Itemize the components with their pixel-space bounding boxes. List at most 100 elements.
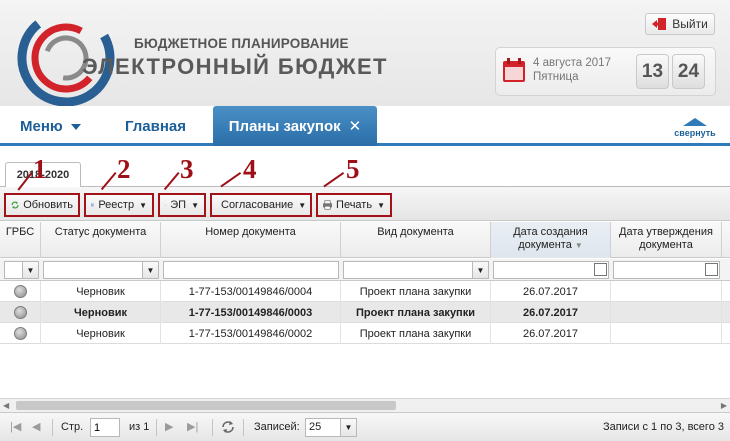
logout-icon bbox=[652, 18, 667, 30]
pagination-bar: |◀ ◀ Стр. из 1 ▶ ▶| Записей: 25 ▼ Записи… bbox=[0, 412, 730, 441]
first-page-icon[interactable]: |◀ bbox=[10, 420, 21, 433]
scrollbar-thumb[interactable] bbox=[16, 401, 396, 410]
cell-approved bbox=[611, 281, 722, 302]
sort-desc-icon: ▼ bbox=[574, 241, 583, 250]
column-header-status[interactable]: Статус документа bbox=[41, 222, 161, 258]
horizontal-scrollbar[interactable]: ◀ ▶ bbox=[0, 398, 730, 412]
brand-title: БЮДЖЕТНОЕ ПЛАНИРОВАНИЕ bbox=[134, 36, 349, 51]
callout-number-1: 1 bbox=[33, 154, 47, 184]
registry-label: Реестр bbox=[98, 199, 135, 211]
filter-status[interactable]: ▼ bbox=[43, 261, 159, 279]
signature-icon bbox=[165, 204, 167, 206]
records-per-page-value: 25 bbox=[309, 421, 322, 433]
cell-number: 1-77-153/00149846/0004 bbox=[161, 281, 341, 302]
status-indicator-icon bbox=[0, 323, 41, 344]
cell-type: Проект плана закупки bbox=[341, 323, 491, 344]
chevron-down-icon: ▼ bbox=[191, 200, 199, 210]
app-header: БЮДЖЕТНОЕ ПЛАНИРОВАНИЕ ЭЛЕКТРОННЫЙ БЮДЖЕ… bbox=[0, 0, 730, 106]
status-indicator-icon bbox=[0, 302, 41, 323]
registry-icon bbox=[91, 203, 95, 207]
chevron-down-icon[interactable]: ▼ bbox=[22, 262, 38, 278]
refresh-label: Обновить bbox=[23, 199, 73, 211]
column-header-type[interactable]: Вид документа bbox=[341, 222, 491, 258]
chevron-down-icon: ▼ bbox=[139, 200, 147, 210]
column-header-grbs[interactable]: ГРБС bbox=[0, 222, 41, 258]
pager-separator bbox=[243, 419, 244, 436]
callout-number-3: 3 bbox=[180, 154, 194, 184]
filter-type[interactable]: ▼ bbox=[343, 261, 489, 279]
filter-row: ▼ ▼ ▼ bbox=[0, 259, 730, 281]
column-header-approval-date[interactable]: Дата утверждения документа bbox=[611, 222, 722, 258]
chevron-right-icon[interactable]: ▶ bbox=[721, 401, 727, 410]
pager-separator bbox=[156, 419, 157, 436]
clock-hours: 13 bbox=[636, 54, 669, 89]
chevron-down-icon[interactable]: ▼ bbox=[142, 262, 158, 278]
cell-number: 1-77-153/00149846/0002 bbox=[161, 323, 341, 344]
menu-label: Меню bbox=[20, 118, 63, 135]
status-indicator-icon bbox=[0, 281, 41, 302]
table-row-selected[interactable]: Черновик 1-77-153/00149846/0003 Проект п… bbox=[0, 302, 730, 323]
table-row[interactable]: Черновик 1-77-153/00149846/0002 Проект п… bbox=[0, 323, 730, 344]
cell-approved bbox=[611, 323, 722, 344]
column-header-created-date[interactable]: Дата создания документа ▼ bbox=[491, 222, 611, 258]
refresh-icon bbox=[11, 201, 19, 209]
chevron-down-icon[interactable]: ▼ bbox=[472, 262, 488, 278]
page-count-label: из 1 bbox=[129, 421, 150, 433]
current-weekday: Пятница bbox=[533, 71, 579, 83]
calendar-icon[interactable] bbox=[594, 263, 607, 276]
pager-separator bbox=[52, 419, 53, 436]
filter-number[interactable] bbox=[163, 261, 339, 279]
brand-subtitle: ЭЛЕКТРОННЫЙ БЮДЖЕТ bbox=[82, 54, 388, 79]
digital-signature-button[interactable]: ЭП ▼ bbox=[158, 193, 206, 217]
filter-created-date[interactable] bbox=[493, 261, 609, 279]
cell-created: 26.07.2017 bbox=[491, 281, 611, 302]
next-page-icon[interactable]: ▶ bbox=[165, 420, 173, 433]
current-date: 4 августа 2017 bbox=[533, 57, 611, 69]
main-nav: Меню Главная Планы закупок ✕ свернуть bbox=[0, 106, 730, 146]
cell-type: Проект плана закупки bbox=[341, 281, 491, 302]
logout-button[interactable]: Выйти bbox=[645, 13, 715, 35]
print-label: Печать bbox=[336, 199, 373, 211]
cell-created: 26.07.2017 bbox=[491, 323, 611, 344]
print-button[interactable]: Печать ▼ bbox=[316, 193, 392, 217]
cell-approved bbox=[611, 302, 722, 323]
column-header-number[interactable]: Номер документа bbox=[161, 222, 341, 258]
collapse-label: свернуть bbox=[674, 128, 716, 138]
chevron-down-icon[interactable]: ▼ bbox=[340, 419, 356, 436]
registry-button[interactable]: Реестр ▼ bbox=[84, 193, 154, 217]
date-time-panel: 4 августа 2017 Пятница 13 24 bbox=[495, 47, 716, 96]
logout-label: Выйти bbox=[672, 17, 708, 31]
chevron-left-icon[interactable]: ◀ bbox=[3, 401, 9, 410]
table-row[interactable]: Черновик 1-77-153/00149846/0004 Проект п… bbox=[0, 281, 730, 302]
prev-page-icon[interactable]: ◀ bbox=[32, 420, 40, 433]
cell-created: 26.07.2017 bbox=[491, 302, 611, 323]
page-number-input[interactable] bbox=[90, 418, 120, 437]
chevron-down-icon: ▼ bbox=[377, 200, 385, 210]
filter-grbs[interactable]: ▼ bbox=[4, 261, 39, 279]
tab-procurement-plans[interactable]: Планы закупок ✕ bbox=[213, 106, 377, 146]
refresh-icon[interactable] bbox=[221, 420, 235, 434]
print-icon bbox=[323, 200, 333, 210]
cell-status: Черновик bbox=[41, 302, 161, 323]
page-label: Стр. bbox=[61, 421, 84, 433]
callout-number-5: 5 bbox=[346, 154, 360, 184]
signature-label: ЭП bbox=[170, 199, 187, 211]
last-page-icon[interactable]: ▶| bbox=[187, 420, 198, 433]
chevron-up-icon bbox=[683, 118, 707, 126]
cell-number: 1-77-153/00149846/0003 bbox=[161, 302, 341, 323]
grid-header: ГРБС Статус документа Номер документа Ви… bbox=[0, 222, 730, 258]
refresh-button[interactable]: Обновить bbox=[4, 193, 80, 217]
approval-button[interactable]: Согласование ▼ bbox=[210, 193, 312, 217]
nav-home-link[interactable]: Главная bbox=[125, 118, 186, 135]
calendar-icon bbox=[503, 58, 525, 82]
callout-number-4: 4 bbox=[243, 154, 257, 184]
grid-toolbar: Обновить Реестр ▼ ЭП ▼ Согласование ▼ Пе… bbox=[0, 187, 730, 221]
menu-dropdown[interactable]: Меню bbox=[20, 118, 81, 135]
records-per-page-select[interactable]: 25 ▼ bbox=[305, 418, 357, 437]
collapse-button[interactable]: свернуть bbox=[672, 118, 718, 138]
cell-status: Черновик bbox=[41, 323, 161, 344]
clock-minutes: 24 bbox=[672, 54, 705, 89]
close-icon[interactable]: ✕ bbox=[349, 117, 362, 135]
calendar-icon[interactable] bbox=[705, 263, 718, 276]
filter-approval-date[interactable] bbox=[613, 261, 720, 279]
